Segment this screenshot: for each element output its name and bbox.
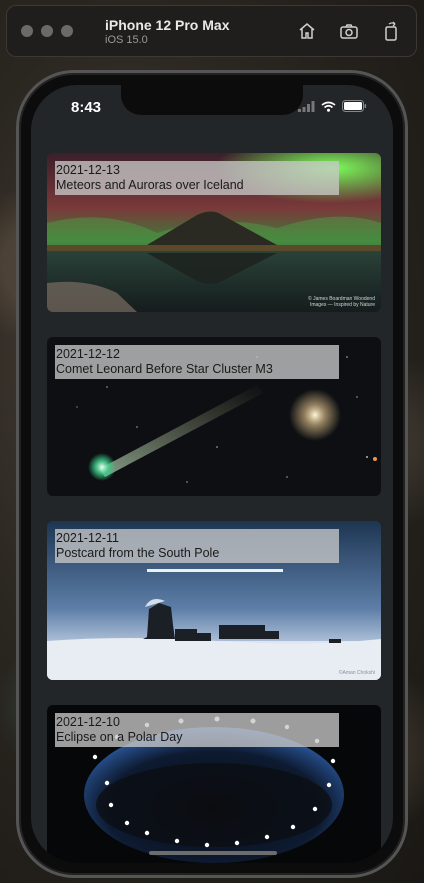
- wifi-icon: [321, 99, 336, 117]
- card-caption: 2021-12-11 Postcard from the South Pole: [55, 529, 339, 563]
- screenshot-icon[interactable]: [338, 20, 360, 42]
- status-time: 8:43: [71, 99, 102, 116]
- card-title: Postcard from the South Pole: [56, 546, 220, 560]
- close-window-button[interactable]: [21, 25, 33, 37]
- card-caption: 2021-12-12 Comet Leonard Before Star Clu…: [55, 345, 339, 379]
- minimize-window-button[interactable]: [41, 25, 53, 37]
- device-name: iPhone 12 Pro Max: [105, 16, 230, 33]
- feed-card[interactable]: 2021-12-13 Meteors and Auroras over Icel…: [47, 153, 381, 312]
- feed-card[interactable]: 2021-12-12 Comet Leonard Before Star Clu…: [47, 337, 381, 496]
- simulator-titles: iPhone 12 Pro Max iOS 15.0: [105, 17, 229, 46]
- card-title: Eclipse on a Polar Day: [56, 730, 183, 744]
- image-credit: ©Aman Chokshi: [338, 670, 375, 676]
- feed-card[interactable]: 2021-12-11 Postcard from the South Pole …: [47, 521, 381, 680]
- card-caption: 2021-12-13 Meteors and Auroras over Icel…: [55, 161, 339, 195]
- notch: [121, 85, 303, 115]
- simulator-actions: [296, 20, 402, 42]
- card-date: 2021-12-12: [56, 347, 120, 361]
- zoom-window-button[interactable]: [61, 25, 73, 37]
- signal-icon: [298, 99, 315, 117]
- os-version: iOS 15.0: [105, 33, 148, 46]
- phone-frame: 8:43 2021-12-13 Meteors and Auroras over…: [16, 70, 408, 878]
- card-caption: 2021-12-10 Eclipse on a Polar Day: [55, 713, 339, 747]
- status-icons: [298, 99, 367, 117]
- feed-card[interactable]: 2021-12-10 Eclipse on a Polar Day: [47, 705, 381, 863]
- card-title: Meteors and Auroras over Iceland: [56, 178, 244, 192]
- phone-screen: 8:43 2021-12-13 Meteors and Auroras over…: [31, 85, 393, 863]
- rotate-icon[interactable]: [380, 20, 402, 42]
- image-credit: © James Boardman Woodend Images — Inspir…: [308, 296, 375, 308]
- window-controls: [21, 25, 73, 37]
- simulator-toolbar: iPhone 12 Pro Max iOS 15.0: [6, 5, 417, 57]
- home-icon[interactable]: [296, 20, 318, 42]
- card-date: 2021-12-11: [56, 531, 120, 545]
- battery-icon: [342, 99, 367, 117]
- card-date: 2021-12-10: [56, 715, 120, 729]
- card-title: Comet Leonard Before Star Cluster M3: [56, 362, 273, 376]
- card-date: 2021-12-13: [56, 163, 120, 177]
- home-indicator[interactable]: [149, 851, 277, 855]
